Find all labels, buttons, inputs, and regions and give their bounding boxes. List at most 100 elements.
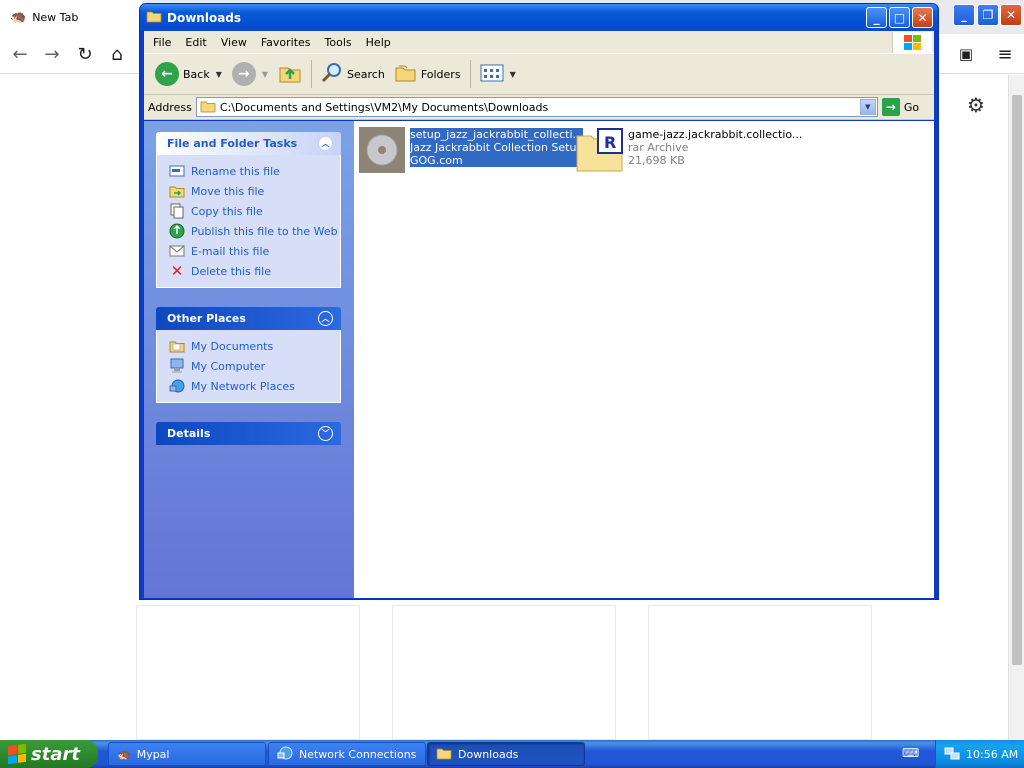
browser-back-icon[interactable]: ← xyxy=(8,42,32,66)
network-connections-icon xyxy=(277,745,293,764)
taskbar-button-label: Network Connections xyxy=(299,747,417,761)
place-my-computer[interactable]: My Computer xyxy=(157,356,340,376)
email-icon xyxy=(169,243,185,259)
task-copy-file[interactable]: Copy this file xyxy=(157,201,340,221)
panel-title: Details xyxy=(167,427,211,440)
dropdown-arrow-icon[interactable]: ▼ xyxy=(510,70,516,79)
delete-icon: ✕ xyxy=(170,262,184,280)
taskbar-button-mypal[interactable]: 🦔 Mypal xyxy=(108,742,266,766)
start-label: start xyxy=(31,743,80,765)
taskbar-button-network-connections[interactable]: Network Connections xyxy=(268,742,426,766)
scrollbar-thumb[interactable] xyxy=(1012,95,1022,665)
address-input[interactable]: C:\Documents and Settings\VM2\My Documen… xyxy=(195,97,878,117)
back-button[interactable]: ← Back ▼ xyxy=(150,59,227,89)
file-name: setup_jazz_jackrabbit_collecti... xyxy=(410,128,584,141)
reload-icon[interactable]: ↻ xyxy=(73,42,97,66)
expand-chevron-icon[interactable]: ﹀ xyxy=(318,426,333,441)
menu-tools[interactable]: Tools xyxy=(320,36,361,49)
browser-scrollbar[interactable] xyxy=(1008,75,1024,740)
top-site-tile[interactable] xyxy=(392,605,616,740)
start-button[interactable]: start xyxy=(0,740,98,768)
address-dropdown-icon[interactable]: ▼ xyxy=(859,99,876,115)
collapse-chevron-icon[interactable]: ︿ xyxy=(318,136,333,151)
window-title: Downloads xyxy=(167,10,242,25)
menu-hamburger-icon[interactable]: ≡ xyxy=(993,42,1017,66)
collapse-chevron-icon[interactable]: ︿ xyxy=(318,311,333,326)
task-publish-web[interactable]: Publish this file to the Web xyxy=(157,221,340,241)
menu-favorites[interactable]: Favorites xyxy=(256,36,320,49)
task-email-file[interactable]: E-mail this file xyxy=(157,241,340,261)
other-places-list: My Documents My Computer My Network Plac… xyxy=(156,330,341,403)
file-description: Jazz Jackrabbit Collection Setup xyxy=(410,141,584,154)
minimize-button[interactable]: _ xyxy=(866,7,887,28)
place-label: My Computer xyxy=(191,359,266,373)
browser-minimize-button[interactable]: _ xyxy=(953,4,975,26)
settings-gear-icon[interactable]: ⚙ xyxy=(964,93,988,117)
go-button[interactable]: → Go xyxy=(881,98,919,116)
dropdown-arrow-icon[interactable]: ▼ xyxy=(216,70,222,79)
address-bar: Address C:\Documents and Settings\VM2\My… xyxy=(144,95,934,120)
taskbar-button-label: Mypal xyxy=(136,747,170,761)
search-label: Search xyxy=(347,67,385,81)
home-icon[interactable]: ⌂ xyxy=(105,42,129,66)
browser-close-button[interactable]: ✕ xyxy=(1000,4,1022,26)
menu-help[interactable]: Help xyxy=(361,36,400,49)
documents-folder-icon xyxy=(169,338,185,354)
place-label: My Documents xyxy=(191,339,274,353)
network-tray-icon[interactable] xyxy=(944,745,960,764)
go-arrow-icon: → xyxy=(881,98,900,116)
file-folder-tasks-header[interactable]: File and Folder Tasks ︿ xyxy=(156,132,341,155)
folders-button[interactable]: Folders xyxy=(390,59,466,89)
taskbar-button-downloads[interactable]: Downloads xyxy=(427,742,585,766)
windows-flag-icon xyxy=(8,743,26,765)
move-icon xyxy=(169,183,185,199)
views-button[interactable]: ▼ xyxy=(475,59,521,89)
up-folder-icon xyxy=(278,62,302,87)
sidebar-icon[interactable]: ▣ xyxy=(954,42,978,66)
place-my-network[interactable]: My Network Places xyxy=(157,376,340,396)
close-button[interactable]: ✕ xyxy=(912,7,933,28)
svg-text:R: R xyxy=(604,133,616,152)
mypal-icon: 🦔 xyxy=(10,9,27,25)
browser-tab-title: New Tab xyxy=(32,10,79,24)
panel-title: Other Places xyxy=(167,312,246,325)
forward-arrow-icon: → xyxy=(231,62,256,86)
toolbar-separator xyxy=(469,60,471,88)
file-size: 21,698 KB xyxy=(628,154,685,167)
details-header[interactable]: Details ﹀ xyxy=(156,422,341,445)
menu-edit[interactable]: Edit xyxy=(180,36,215,49)
task-label: E-mail this file xyxy=(191,244,270,258)
file-item[interactable]: R game-jazz.jackrabbit.collectio... rar … xyxy=(576,126,802,174)
other-places-header[interactable]: Other Places ︿ xyxy=(156,307,341,330)
folders-label: Folders xyxy=(420,67,461,81)
file-label: game-jazz.jackrabbit.collectio... rar Ar… xyxy=(628,126,802,167)
window-titlebar[interactable]: Downloads _ □ ✕ xyxy=(140,4,938,31)
browser-tab[interactable]: 🦔 New Tab xyxy=(0,0,142,34)
file-folder-tasks-panel: File and Folder Tasks ︿ Rename this file… xyxy=(156,132,341,288)
task-delete-file[interactable]: ✕ Delete this file xyxy=(157,261,340,281)
place-my-documents[interactable]: My Documents xyxy=(157,336,340,356)
maximize-button[interactable]: □ xyxy=(889,7,910,28)
file-type: rar Archive xyxy=(628,141,689,154)
mypal-icon: 🦔 xyxy=(117,747,131,761)
menu-file[interactable]: File xyxy=(148,36,180,49)
windows-logo-icon xyxy=(892,32,932,53)
menu-bar: File Edit View Favorites Tools Help xyxy=(144,31,934,54)
clock[interactable]: 10:56 AM xyxy=(966,748,1018,761)
menu-view[interactable]: View xyxy=(216,36,256,49)
forward-button[interactable]: → ▼ xyxy=(227,59,273,89)
task-move-file[interactable]: Move this file xyxy=(157,181,340,201)
address-label: Address xyxy=(148,100,192,114)
top-site-tile[interactable] xyxy=(136,605,360,740)
top-site-tile[interactable] xyxy=(648,605,872,740)
task-rename-file[interactable]: Rename this file xyxy=(157,161,340,181)
setup-cd-icon xyxy=(358,126,406,174)
browser-restore-button[interactable]: ❐ xyxy=(977,4,999,26)
up-folder-button[interactable] xyxy=(273,59,307,89)
browser-forward-icon[interactable]: → xyxy=(40,42,64,66)
keyboard-icon[interactable]: ⌨ xyxy=(902,746,919,760)
folder-icon xyxy=(200,99,216,116)
dropdown-arrow-icon[interactable]: ▼ xyxy=(262,70,268,79)
file-item[interactable]: setup_jazz_jackrabbit_collecti... Jazz J… xyxy=(358,126,584,174)
search-button[interactable]: Search xyxy=(316,59,390,89)
